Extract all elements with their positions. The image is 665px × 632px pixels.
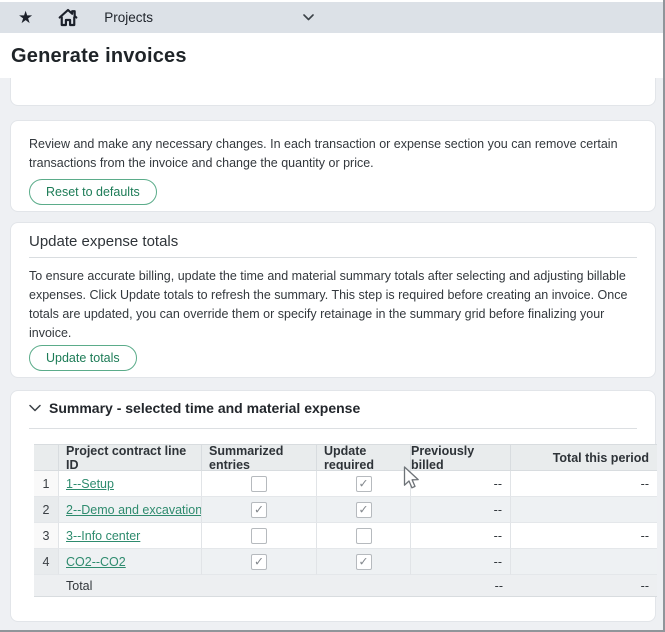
column-header-line-id: Project contract line ID xyxy=(59,444,202,471)
column-header-update-required: Update required xyxy=(317,444,411,471)
top-navigation-bar: ★ Projects xyxy=(0,2,663,33)
row-number: 1 xyxy=(34,471,59,497)
projects-menu[interactable]: Projects xyxy=(104,10,153,25)
summarized-entries-checkbox[interactable] xyxy=(251,528,267,544)
total-this-period-value: -- xyxy=(511,471,657,497)
update-required-checkbox[interactable]: ✓ xyxy=(356,502,372,518)
heading-divider xyxy=(29,428,637,429)
table-total-row: Total -- -- xyxy=(34,575,657,597)
update-required-checkbox[interactable]: ✓ xyxy=(356,554,372,570)
summarized-entries-checkbox[interactable]: ✓ xyxy=(251,554,267,570)
review-instructions-text: Review and make any necessary changes. I… xyxy=(29,135,631,173)
page-title: Generate invoices xyxy=(11,45,187,68)
total-this-period-value: -- xyxy=(511,523,657,549)
row-number: 4 xyxy=(34,549,59,575)
update-totals-button[interactable]: Update totals xyxy=(29,345,137,371)
summary-section-heading: Summary - selected time and material exp… xyxy=(49,400,360,416)
contract-line-link[interactable]: 1--Setup xyxy=(66,477,114,491)
page-content: Review and make any necessary changes. I… xyxy=(0,78,663,630)
row-number: 3 xyxy=(34,523,59,549)
column-header-total-this-period: Total this period xyxy=(511,444,657,471)
previously-billed-value: -- xyxy=(411,523,511,549)
table-row: 1 1--Setup ✓ -- -- xyxy=(34,471,657,497)
update-required-checkbox[interactable] xyxy=(356,528,372,544)
previously-billed-value: -- xyxy=(411,549,511,575)
chevron-down-icon xyxy=(29,404,41,412)
heading-divider xyxy=(29,257,637,258)
column-header-summarized: Summarized entries xyxy=(202,444,317,471)
column-header-rownum xyxy=(34,444,59,471)
update-totals-instructions-text: To ensure accurate billing, update the t… xyxy=(29,267,631,343)
update-expense-totals-heading: Update expense totals xyxy=(29,233,178,250)
previously-billed-value: -- xyxy=(411,497,511,523)
table-row: 4 CO2--CO2 ✓ ✓ -- xyxy=(34,549,657,575)
table-row: 3 3--Info center -- -- xyxy=(34,523,657,549)
home-icon[interactable] xyxy=(58,8,78,27)
table-row: 2 2--Demo and excavation ✓ ✓ -- xyxy=(34,497,657,523)
total-this-period-value xyxy=(511,549,657,575)
summary-table: Project contract line ID Summarized entr… xyxy=(34,444,657,597)
contract-line-link[interactable]: CO2--CO2 xyxy=(66,555,126,569)
total-previously-billed: -- xyxy=(411,579,511,593)
total-this-period-value xyxy=(511,497,657,523)
update-expense-totals-card: Update expense totals To ensure accurate… xyxy=(10,222,656,378)
contract-line-link[interactable]: 2--Demo and excavation xyxy=(66,503,202,517)
summary-section-card: Summary - selected time and material exp… xyxy=(10,390,656,622)
scrolled-card-bottom xyxy=(10,78,656,106)
column-header-previously-billed: Previously billed xyxy=(411,444,511,471)
contract-line-link[interactable]: 3--Info center xyxy=(66,529,140,543)
total-this-period: -- xyxy=(511,579,657,593)
reset-to-defaults-button[interactable]: Reset to defaults xyxy=(29,179,157,205)
row-number: 2 xyxy=(34,497,59,523)
summarized-entries-checkbox[interactable] xyxy=(251,476,267,492)
chevron-down-icon[interactable] xyxy=(303,14,314,21)
title-bar: Generate invoices xyxy=(0,33,663,78)
update-required-checkbox[interactable]: ✓ xyxy=(356,476,372,492)
previously-billed-value: -- xyxy=(411,471,511,497)
review-changes-card: Review and make any necessary changes. I… xyxy=(10,120,656,212)
total-label: Total xyxy=(34,579,411,593)
favorite-star-icon[interactable]: ★ xyxy=(18,9,33,26)
summary-section-toggle[interactable]: Summary - selected time and material exp… xyxy=(29,400,360,416)
summarized-entries-checkbox[interactable]: ✓ xyxy=(251,502,267,518)
table-header-row: Project contract line ID Summarized entr… xyxy=(34,444,657,471)
